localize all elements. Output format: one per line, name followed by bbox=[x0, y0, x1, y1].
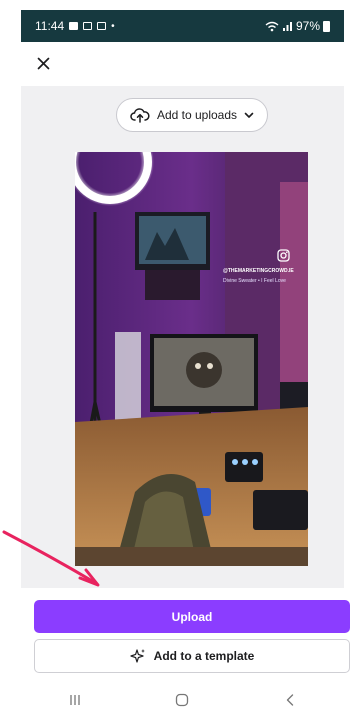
close-icon bbox=[37, 57, 49, 69]
recent-apps-icon bbox=[70, 695, 80, 705]
message-notification-icon bbox=[97, 22, 107, 30]
preview-handle: @THEMARKETINGCROWD.IE bbox=[223, 268, 294, 274]
recent-apps-button[interactable] bbox=[55, 690, 95, 710]
cloud-upload-icon bbox=[130, 108, 150, 123]
annotation-arrow bbox=[2, 530, 100, 587]
add-to-uploads-dropdown[interactable]: Add to uploads bbox=[116, 98, 268, 132]
wifi-icon bbox=[265, 21, 279, 31]
upload-button[interactable]: Upload bbox=[34, 600, 350, 633]
add-to-template-label: Add to a template bbox=[153, 649, 255, 663]
battery-icon bbox=[323, 20, 330, 32]
sparkle-icon bbox=[130, 649, 145, 663]
design-preview: @THEMARKETINGCROWD.IE Divine Sweater • I… bbox=[75, 152, 308, 566]
battery-percent: 97% bbox=[295, 19, 320, 33]
close-button[interactable] bbox=[30, 52, 56, 74]
preview-song: Divine Sweater • I Feel Love bbox=[223, 278, 286, 284]
chevron-down-icon bbox=[244, 112, 254, 118]
home-icon bbox=[176, 693, 189, 707]
home-button[interactable] bbox=[162, 690, 202, 710]
more-notifications-icon: • bbox=[111, 20, 115, 32]
system-nav-bar bbox=[21, 688, 344, 712]
design-photo bbox=[75, 152, 308, 566]
status-left: 11:44 • bbox=[35, 19, 115, 33]
status-time: 11:44 bbox=[35, 19, 65, 33]
back-button[interactable] bbox=[270, 690, 310, 710]
add-to-uploads-label: Add to uploads bbox=[156, 108, 238, 122]
status-right: 97% bbox=[265, 19, 330, 33]
upload-button-label: Upload bbox=[171, 609, 213, 624]
gallery-notification-icon bbox=[69, 22, 79, 30]
instagram-icon bbox=[277, 249, 290, 262]
status-bar: 11:44 • 97% bbox=[21, 10, 344, 42]
signal-icon bbox=[282, 21, 292, 31]
mail-notification-icon bbox=[83, 22, 93, 30]
back-icon bbox=[286, 694, 294, 706]
add-to-template-button[interactable]: Add to a template bbox=[34, 639, 350, 673]
